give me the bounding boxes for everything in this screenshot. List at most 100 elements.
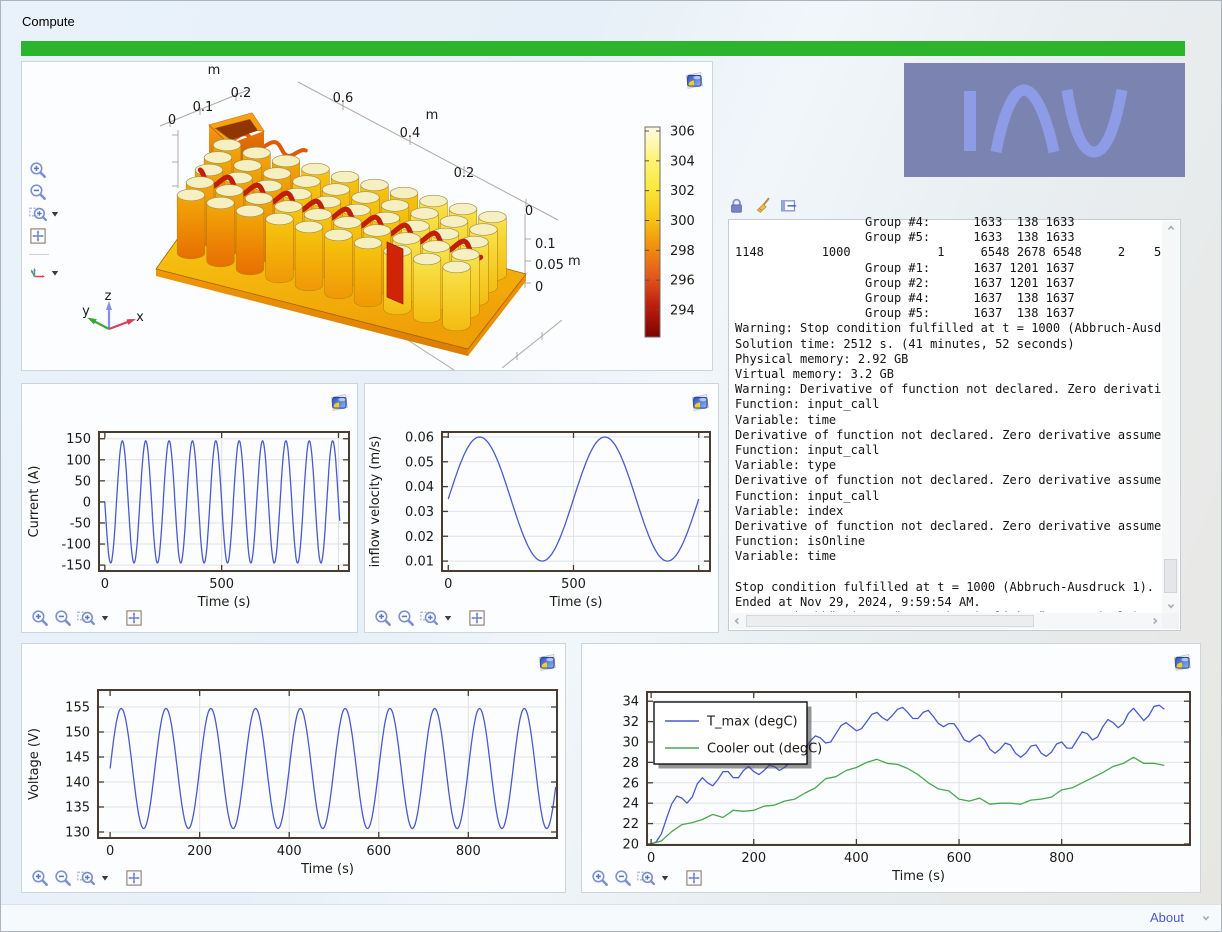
zoom-out-button[interactable] <box>397 609 415 627</box>
zoom-extents-button[interactable] <box>468 609 486 627</box>
axes: 0500150100500-50-100-150Time (s)Current … <box>27 432 349 610</box>
channel-divider <box>387 242 403 304</box>
svg-text:24: 24 <box>622 797 639 812</box>
svg-text:0.06: 0.06 <box>405 430 434 445</box>
current-chart[interactable]: 0500150100500-50-100-150Time (s)Current … <box>22 384 357 632</box>
zoom-box-button[interactable] <box>29 205 47 223</box>
zoom-in-button[interactable] <box>591 869 609 887</box>
svg-text:0.6: 0.6 <box>333 91 354 106</box>
svg-text:Time (s): Time (s) <box>549 595 603 610</box>
svg-text:30: 30 <box>622 735 639 750</box>
status-bar: About <box>1 904 1221 931</box>
svg-text:32: 32 <box>622 715 639 730</box>
svg-text:0.02: 0.02 <box>405 530 434 545</box>
zoom-box-dropdown[interactable] <box>443 609 453 627</box>
svg-text:0: 0 <box>168 113 176 128</box>
svg-text:140: 140 <box>65 776 90 791</box>
series <box>110 709 556 829</box>
zoom-extents-button[interactable] <box>125 869 143 887</box>
compute-progress-bar <box>21 41 1185 56</box>
zoom-in-button[interactable] <box>31 609 49 627</box>
svg-text:m: m <box>568 254 581 269</box>
inflow-velocity-chart[interactable]: 05000.060.050.040.030.020.01Time (s)infl… <box>365 384 718 632</box>
scroll-left-icon[interactable] <box>730 613 744 629</box>
zoom-extents-button[interactable] <box>685 869 703 887</box>
voltage-chart[interactable]: 0200400600800155150145140135130Time (s)V… <box>22 644 565 892</box>
svg-text:0: 0 <box>83 495 91 510</box>
zoom-out-button[interactable] <box>54 869 72 887</box>
zoom-out-button[interactable] <box>614 869 632 887</box>
zoom-box-button[interactable] <box>637 869 655 887</box>
zoom-box-button[interactable] <box>420 609 438 627</box>
svg-text:Current (A): Current (A) <box>27 466 42 538</box>
zoom-box-dropdown[interactable] <box>100 609 110 627</box>
svg-text:0: 0 <box>444 577 452 592</box>
svg-text:302: 302 <box>670 184 695 199</box>
log-vertical-scrollbar[interactable] <box>1162 221 1179 613</box>
svg-text:0.2: 0.2 <box>231 86 252 101</box>
scroll-right-icon[interactable] <box>1148 613 1162 629</box>
zoom-box-button[interactable] <box>77 609 95 627</box>
iav-logo <box>904 63 1185 177</box>
svg-text:300: 300 <box>670 214 695 229</box>
image-snapshot-button[interactable] <box>328 391 350 413</box>
svg-text:0: 0 <box>101 577 109 592</box>
zoom-out-button[interactable] <box>54 609 72 627</box>
zoom-in-button[interactable] <box>29 161 47 179</box>
svg-text:-150: -150 <box>61 559 91 574</box>
zoom-extents-button[interactable] <box>29 227 47 245</box>
svg-text:50: 50 <box>74 474 91 489</box>
solver-log-panel: Group #4: 1633 138 1633 Group #5: 1633 1… <box>728 219 1181 631</box>
temperature-plot-panel: 02004006008003432302826242220Time (s)T_m… <box>581 643 1201 893</box>
lock-icon[interactable] <box>728 197 745 214</box>
legend: T_max (degC)Cooler out (degC) <box>654 702 822 769</box>
image-snapshot-button[interactable] <box>689 391 711 413</box>
svg-text:z: z <box>105 289 112 304</box>
compute-section-label: Compute <box>22 14 75 29</box>
svg-text:135: 135 <box>65 801 90 816</box>
solver-log-text[interactable]: Group #4: 1633 138 1633 Group #5: 1633 1… <box>735 215 1161 612</box>
open-in-new-window-icon[interactable] <box>780 197 797 214</box>
svg-text:0.05: 0.05 <box>535 258 564 273</box>
battery-pack-3d-view[interactable]: 00.10.2m0.60.40.20m0.10.050m306304302300… <box>22 62 712 370</box>
svg-text:20: 20 <box>622 837 639 852</box>
go-to-view-dropdown[interactable] <box>50 264 60 282</box>
scroll-down-icon[interactable] <box>1162 599 1179 613</box>
svg-text:0.03: 0.03 <box>405 505 434 520</box>
temperature-chart[interactable]: 02004006008003432302826242220Time (s)T_m… <box>582 644 1200 892</box>
go-to-view-button[interactable] <box>29 264 47 282</box>
zoom-out-button[interactable] <box>29 183 47 201</box>
scrollbar-corner <box>1162 613 1179 629</box>
about-link[interactable]: About <box>1150 910 1184 925</box>
svg-text:600: 600 <box>366 844 391 859</box>
svg-text:m: m <box>208 63 221 78</box>
log-horizontal-scrollbar[interactable] <box>730 613 1162 629</box>
scrollbar-thumb[interactable] <box>1164 559 1177 593</box>
image-snapshot-button[interactable] <box>536 651 558 673</box>
image-snapshot-button[interactable] <box>683 69 705 91</box>
plot-toolbar <box>591 869 703 887</box>
svg-text:0: 0 <box>525 204 533 219</box>
zoom-box-dropdown[interactable] <box>660 869 670 887</box>
svg-text:0: 0 <box>106 844 114 859</box>
image-snapshot-button[interactable] <box>1171 651 1193 673</box>
zoom-in-button[interactable] <box>31 869 49 887</box>
clear-log-icon[interactable] <box>754 197 771 214</box>
zoom-extents-button[interactable] <box>125 609 143 627</box>
svg-text:0.4: 0.4 <box>400 126 421 141</box>
zoom-box-dropdown[interactable] <box>50 205 60 223</box>
chevron-down-icon[interactable] <box>1200 913 1212 923</box>
svg-text:500: 500 <box>209 577 234 592</box>
series-line <box>110 709 556 829</box>
scrollbar-thumb[interactable] <box>746 615 1034 627</box>
svg-text:304: 304 <box>670 154 695 169</box>
zoom-box-dropdown[interactable] <box>100 869 110 887</box>
zoom-in-button[interactable] <box>374 609 392 627</box>
zoom-box-button[interactable] <box>77 869 95 887</box>
scroll-up-icon[interactable] <box>1162 221 1179 235</box>
svg-text:inflow velocity (m/s): inflow velocity (m/s) <box>368 436 383 568</box>
current-plot-panel: 0500150100500-50-100-150Time (s)Current … <box>21 383 358 633</box>
axes: 05000.060.050.040.030.020.01Time (s)infl… <box>368 430 710 610</box>
svg-text:22: 22 <box>622 817 639 832</box>
svg-text:-50: -50 <box>70 516 91 531</box>
